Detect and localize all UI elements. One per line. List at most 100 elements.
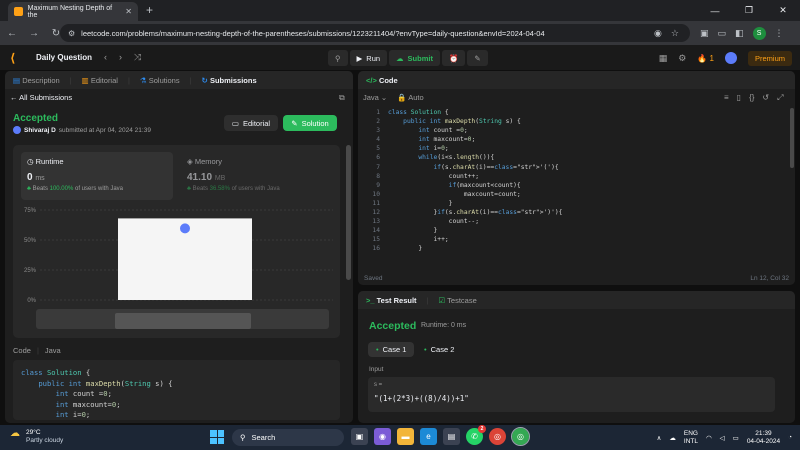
case-2-tab[interactable]: • Case 2 xyxy=(416,342,462,357)
code-line[interactable]: maxcount=count; xyxy=(388,190,562,199)
format-icon[interactable]: ≡ xyxy=(724,93,729,103)
editorial-button-label: Editorial xyxy=(242,118,271,128)
whatsapp-icon[interactable]: ✆ 2 xyxy=(466,425,486,445)
share-link-icon[interactable]: ⧉ xyxy=(339,93,345,103)
notifications-icon[interactable]: ◔ xyxy=(788,434,792,441)
eye-off-icon[interactable]: ◉ xyxy=(654,28,662,39)
leetcode-logo-icon[interactable]: ⟨ xyxy=(10,51,24,65)
tab-test-result[interactable]: >_ Test Result xyxy=(366,296,417,305)
wifi-icon[interactable]: ◠ xyxy=(706,434,712,442)
cast-icon[interactable]: ▭ xyxy=(718,28,727,39)
weather-widget[interactable]: ☁ 29°C Partly cloudy xyxy=(10,429,63,445)
solution-button[interactable]: ✎ Solution xyxy=(283,115,337,131)
tray-chevron-icon[interactable]: ∧ xyxy=(657,434,662,442)
code-line[interactable]: int i=0; xyxy=(388,144,562,153)
taskbar-search[interactable]: ⚲ Search xyxy=(232,429,344,446)
tab-description[interactable]: ▤ Description xyxy=(13,76,60,85)
close-window-icon[interactable]: ✕ xyxy=(766,0,800,21)
menu-kebab-icon[interactable]: ⋮ xyxy=(775,28,784,39)
code-line[interactable]: i++; xyxy=(388,235,562,244)
line-numbers: 1 2 3 4 5 6 7 8 9 10 11 12 13 14 15 16 xyxy=(358,108,380,254)
side-panel-icon[interactable]: ◧ xyxy=(735,28,744,39)
tab-close-icon[interactable]: ✕ xyxy=(125,7,132,16)
meet-icon[interactable]: ◉ xyxy=(374,428,391,445)
code-line[interactable]: } xyxy=(388,199,562,208)
editorial-button[interactable]: ▭ Editorial xyxy=(224,115,278,131)
address-bar[interactable]: ⚙ leetcode.com/problems/maximum-nesting-… xyxy=(60,24,690,42)
user-avatar[interactable] xyxy=(13,126,21,134)
editor-scrollbar[interactable] xyxy=(790,108,794,168)
code-line[interactable]: if(maxcount<count){ xyxy=(388,181,562,190)
tab-testcase[interactable]: ☑ Testcase xyxy=(438,296,476,305)
chrome-icon[interactable]: ◎ xyxy=(489,428,506,445)
site-info-icon[interactable]: ⚙ xyxy=(68,29,75,38)
maximize-icon[interactable]: ❐ xyxy=(732,0,766,21)
minimize-icon[interactable]: — xyxy=(698,0,732,21)
onedrive-icon[interactable]: ☁ xyxy=(669,434,676,442)
tab-solutions[interactable]: ⚗ Solutions xyxy=(140,76,180,85)
browser-tab[interactable]: Maximum Nesting Depth of the ✕ xyxy=(8,2,138,21)
next-problem-icon[interactable]: › xyxy=(119,52,122,63)
memory-card[interactable]: ◈ Memory 41.10 MB ♣ Beats 36.58% of user… xyxy=(181,152,333,200)
code-line[interactable]: if(s.charAt(i)==class="str">'('){ xyxy=(388,163,562,172)
user-avatar-icon[interactable] xyxy=(724,52,737,64)
prev-problem-icon[interactable]: ‹ xyxy=(104,52,107,63)
reset-icon[interactable]: ↺ xyxy=(762,93,769,103)
debug-button[interactable]: ⚲ xyxy=(328,50,348,66)
submit-button[interactable]: ☁ Submit xyxy=(389,50,440,66)
code-line[interactable]: }if(s.charAt(i)==class="str">')'){ xyxy=(388,208,562,217)
case-1-tab[interactable]: • Case 1 xyxy=(368,342,415,357)
bookmark-star-icon[interactable]: ☆ xyxy=(671,28,679,39)
premium-button[interactable]: Premium xyxy=(747,50,792,66)
all-submissions-link[interactable]: ← All Submissions xyxy=(10,93,72,102)
code-line[interactable]: class Solution { xyxy=(388,108,562,117)
code-line[interactable]: int maxcount=0; xyxy=(388,135,562,144)
code-line[interactable]: int count =0; xyxy=(388,126,562,135)
file-explorer-icon[interactable]: ▬ xyxy=(397,428,414,445)
extension-icon[interactable]: ▣ xyxy=(700,28,709,39)
start-windows-icon[interactable] xyxy=(210,430,224,444)
code-editor[interactable]: 1 2 3 4 5 6 7 8 9 10 11 12 13 14 15 16 class Solution {… xyxy=(358,108,794,266)
run-button[interactable]: ▶ Run xyxy=(349,50,388,66)
settings-gear-icon[interactable]: ⚙ xyxy=(678,53,686,64)
edge-icon[interactable]: e xyxy=(420,428,437,445)
chart-scroll-thumb[interactable] xyxy=(115,313,251,329)
back-icon[interactable]: ← xyxy=(6,28,18,39)
tab-editorial[interactable]: ▥ Editorial xyxy=(82,76,118,85)
layout-grid-icon[interactable]: ▦ xyxy=(659,53,668,64)
submitter-name[interactable]: Shivaraj D xyxy=(24,127,56,134)
code-line[interactable]: } xyxy=(388,244,562,253)
code-line[interactable]: count++; xyxy=(388,172,562,181)
profile-avatar[interactable]: S xyxy=(752,26,766,40)
line-number: 11 xyxy=(372,199,380,207)
cloud-upload-icon: ☁ xyxy=(396,53,404,63)
shuffle-icon[interactable]: ⤨ xyxy=(134,52,141,63)
chrome-active-icon[interactable]: ◎ xyxy=(511,427,530,446)
chart-scroll-track[interactable] xyxy=(36,309,329,329)
braces-icon[interactable]: {} xyxy=(749,93,754,103)
code-line[interactable]: } xyxy=(388,226,562,235)
task-view-icon[interactable]: ▣ xyxy=(351,428,368,445)
forward-icon[interactable]: → xyxy=(28,28,40,39)
fullscreen-icon[interactable]: ⤢ xyxy=(777,93,783,103)
language-indicator[interactable]: ENG INTL xyxy=(684,430,698,446)
auto-mode-toggle[interactable]: 🔒 Auto xyxy=(397,93,423,102)
streak-counter[interactable]: 🔥 1 xyxy=(697,54,714,63)
code-tab[interactable]: </> Code xyxy=(366,76,398,85)
battery-icon[interactable]: ▭ xyxy=(733,434,739,442)
store-icon[interactable]: ▤ xyxy=(443,428,460,445)
left-panel-scrollbar[interactable] xyxy=(346,145,351,280)
bookmark-icon[interactable]: ▯ xyxy=(737,93,741,103)
notes-button[interactable]: ✎ xyxy=(467,50,488,66)
code-line[interactable]: public int maxDepth(String s) { xyxy=(388,117,562,126)
clock[interactable]: 21:39 04-04-2024 xyxy=(747,430,780,446)
timer-button[interactable]: ⏰ xyxy=(441,50,466,66)
new-tab-icon[interactable]: + xyxy=(146,3,153,17)
language-select[interactable]: Java ⌄ xyxy=(363,93,387,102)
volume-icon[interactable]: ◁ xyxy=(720,434,725,442)
code-line[interactable]: while(i<s.length()){ xyxy=(388,153,562,162)
code-lines[interactable]: class Solution { public int maxDepth(Str… xyxy=(388,108,562,254)
code-line[interactable]: count--; xyxy=(388,217,562,226)
tab-submissions[interactable]: ↻ Submissions xyxy=(202,76,257,85)
daily-question-label[interactable]: Daily Question xyxy=(36,53,92,62)
